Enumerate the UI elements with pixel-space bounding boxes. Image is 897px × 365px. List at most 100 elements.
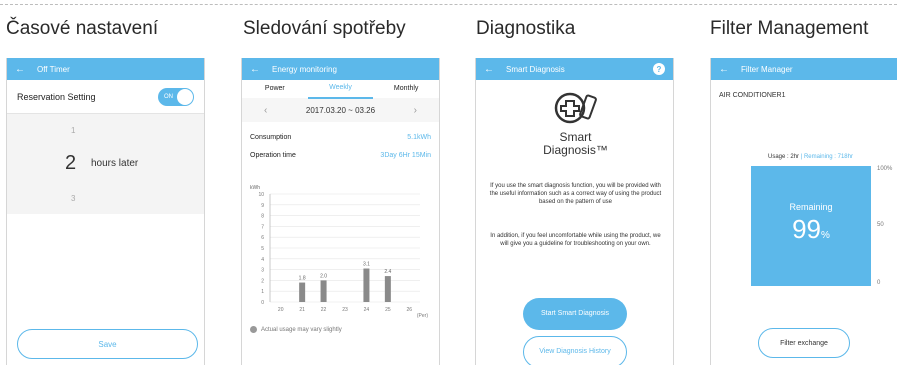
y-tick-label: 6 (261, 235, 264, 241)
y-tick-label: 1 (261, 289, 264, 295)
gauge-tick-bottom: 0 (877, 280, 881, 286)
back-arrow-icon[interactable]: ← (719, 64, 741, 75)
reservation-toggle[interactable]: ON (158, 87, 194, 106)
usage-text: Usage : 2hr (768, 154, 800, 160)
x-tick-label: 23 (342, 307, 348, 313)
device-name: AIR CONDITIONER1 (719, 92, 786, 99)
back-arrow-icon[interactable]: ← (15, 64, 37, 75)
y-tick-label: 9 (261, 203, 264, 209)
y-tick-label: 10 (258, 192, 264, 198)
filter-exchange-button[interactable]: Filter exchange (758, 328, 850, 358)
back-arrow-icon[interactable]: ← (484, 64, 506, 75)
caption-diagnostics: Diagnostika (476, 18, 576, 39)
x-tick-label: 24 (364, 307, 370, 313)
bar-24 (363, 268, 370, 302)
phone-smart-diagnosis: ← Smart Diagnosis ? Smart Diagnosis™ If … (475, 58, 674, 365)
bar-22 (320, 280, 327, 302)
app-bar: ← Energy monitoring (242, 58, 439, 80)
tab-power[interactable]: Power (242, 80, 308, 98)
usage-note: Actual usage may vary slightly (250, 326, 342, 333)
tab-weekly[interactable]: Weekly (307, 79, 374, 99)
bar-21 (299, 282, 306, 302)
x-tick-label: 21 (299, 307, 305, 313)
bar-value-label: 3.1 (363, 262, 370, 268)
date-navigator: ‹ 2017.03.20 ~ 03.26 › (242, 98, 439, 122)
date-range: 2017.03.20 ~ 03.26 (305, 105, 376, 115)
chart-svg: kWh012345678910201.8212.022 233.1242.425 2… (250, 185, 428, 319)
y-tick-label: 5 (261, 246, 264, 252)
operation-time-row: Operation time 3Day 6Hr 15Min (242, 146, 439, 164)
operation-label: Operation time (250, 151, 296, 159)
screen-title: Filter Manager (741, 64, 793, 74)
toggle-label: ON (164, 93, 173, 100)
next-period-icon[interactable]: › (414, 105, 417, 116)
description-paragraph-1: If you use the smart diagnosis function,… (489, 183, 662, 205)
start-smart-diagnosis-button[interactable]: Start Smart Diagnosis (523, 298, 627, 330)
remaining-percent: 99% (751, 214, 871, 245)
y-axis-unit: kWh (250, 185, 260, 191)
reservation-label: Reservation Setting (17, 91, 96, 102)
x-axis-unit: (Per) (417, 313, 428, 319)
usage-line: Usage : 2hr | Remaining : 718hr (768, 154, 853, 160)
phone-filter-manager: ← Filter Manager AIR CONDITIONER1 Usage … (710, 58, 897, 365)
view-diagnosis-history-button[interactable]: View Diagnosis History (523, 336, 627, 365)
consumption-value: 5.1kWh (407, 133, 431, 141)
operation-value: 3Day 6Hr 15Min (380, 151, 431, 159)
picker-selected-value[interactable]: 2 (65, 152, 76, 175)
tab-monthly[interactable]: Monthly (373, 80, 439, 98)
x-tick-label: 22 (321, 307, 327, 313)
remaining-text: Remaining : 718hr (803, 154, 853, 160)
back-arrow-icon[interactable]: ← (250, 64, 272, 75)
period-tabs: Power Weekly Monthly (242, 79, 439, 99)
phone-energy-monitoring: ← Energy monitoring Power Weekly Monthly… (241, 58, 440, 365)
filter-remaining-gauge: Remaining 99% (751, 166, 871, 286)
consumption-row: Consumption 5.1kWh (242, 128, 439, 146)
phone-off-timer: ← Off Timer Reservation Setting ON 1 2 h… (6, 58, 205, 365)
picker-unit: hours later (91, 158, 139, 169)
bar-value-label: 2.0 (320, 273, 327, 279)
prev-period-icon[interactable]: ‹ (264, 105, 267, 116)
caption-filter-management: Filter Management (710, 18, 869, 39)
brand-line-2: Diagnosis™ (543, 143, 608, 157)
y-tick-label: 4 (261, 257, 264, 263)
y-tick-label: 2 (261, 278, 264, 284)
y-tick-label: 3 (261, 268, 264, 274)
gauge-tick-top: 100% (877, 166, 893, 172)
brand-line-1: Smart (559, 130, 592, 144)
save-button[interactable]: Save (17, 329, 198, 359)
gauge-tick-mid: 50 (877, 222, 884, 228)
reservation-setting-row: Reservation Setting ON (7, 80, 204, 114)
picker-next-value[interactable]: 3 (71, 194, 75, 203)
info-dot-icon (250, 326, 257, 333)
remaining-label: Remaining (789, 202, 833, 212)
x-tick-label: 25 (385, 307, 391, 313)
app-bar: ← Filter Manager (711, 58, 897, 80)
x-tick-label: 20 (278, 307, 284, 313)
description-paragraph-2: In addition, if you feel uncomfortable w… (490, 233, 661, 247)
weekly-usage-chart: kWh 0 1 2 3 4 5 6 7 8 9 10 20 1.8 21 2.0 22 23 3.1 24 2.4 25 2… (248, 180, 434, 330)
y-tick-label: 0 (261, 300, 264, 306)
screen-title: Smart Diagnosis (506, 64, 565, 74)
x-tick-label: 26 (407, 307, 413, 313)
help-icon[interactable]: ? (653, 63, 665, 75)
y-tick-label: 7 (261, 224, 264, 230)
caption-energy-monitoring: Sledování spotřeby (243, 18, 406, 39)
bar-value-label: 2.4 (384, 269, 391, 275)
percent-sign: % (821, 230, 830, 241)
picker-prev-value[interactable]: 1 (71, 126, 75, 135)
app-bar: ← Off Timer (7, 58, 204, 80)
screen-title: Energy monitoring (272, 64, 337, 74)
consumption-label: Consumption (250, 133, 292, 141)
y-tick-label: 8 (261, 214, 264, 220)
bar-value-label: 1.8 (299, 276, 306, 282)
app-bar: ← Smart Diagnosis ? (476, 58, 673, 80)
note-text: Actual usage may vary slightly (261, 326, 342, 333)
hours-picker[interactable]: 1 2 hours later 3 (7, 114, 204, 214)
screen-title: Off Timer (37, 64, 70, 74)
bar-25 (384, 276, 391, 302)
percent-value: 99 (792, 214, 821, 244)
caption-time-setting: Časové nastavení (6, 18, 159, 39)
toggle-knob (177, 88, 193, 105)
top-divider (0, 4, 897, 5)
smart-diagnosis-logo-icon (554, 92, 597, 124)
